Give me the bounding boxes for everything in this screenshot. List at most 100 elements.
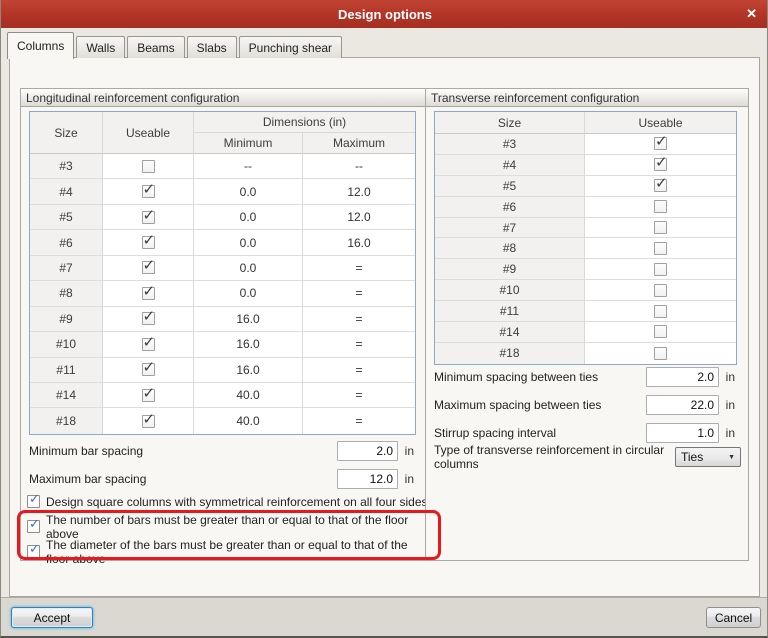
maximum-cell[interactable]: = [303,256,415,281]
useable-cell[interactable] [103,179,194,204]
checked-checkbox-icon[interactable] [142,261,155,274]
useable-cell[interactable] [585,259,736,280]
option-row[interactable]: Design square columns with symmetrical r… [27,489,433,514]
accept-button[interactable]: Accept [11,607,93,628]
useable-cell[interactable] [103,205,194,230]
maximum-cell[interactable]: = [303,281,415,306]
field-label: Maximum spacing between ties [434,398,646,412]
tab-slabs[interactable]: Slabs [187,36,237,58]
useable-cell[interactable] [585,280,736,301]
longitudinal-table: Size Useable Dimensions (in) Minimum Max… [29,111,416,435]
unchecked-checkbox-icon[interactable] [654,200,667,213]
minimum-cell[interactable]: 0.0 [194,205,303,230]
option-row[interactable]: The number of bars must be greater than … [27,514,433,539]
unchecked-checkbox-icon[interactable] [654,284,667,297]
minimum-cell[interactable]: 0.0 [194,230,303,255]
minimum-cell[interactable]: 40.0 [194,383,303,408]
useable-cell[interactable] [103,383,194,408]
minimum-cell[interactable]: 0.0 [194,179,303,204]
checked-checkbox-icon[interactable] [654,137,667,150]
size-cell: #5 [30,205,103,230]
checked-checkbox-icon[interactable] [142,185,155,198]
unchecked-checkbox-icon[interactable] [654,325,667,338]
maximum-cell[interactable]: = [303,358,415,383]
checked-checkbox-icon[interactable] [654,158,667,171]
unchecked-checkbox-icon[interactable] [654,242,667,255]
checked-checkbox-icon[interactable] [142,389,155,402]
checked-checkbox-icon[interactable] [142,415,155,428]
unchecked-checkbox-icon[interactable] [142,160,155,173]
minimum-cell[interactable]: 0.0 [194,281,303,306]
field-input[interactable]: 2.0 [646,367,719,387]
table-row: #5 0.0 12.0 [30,205,415,230]
checked-checkbox-icon[interactable] [27,520,40,533]
field-unit: in [398,444,414,458]
tab-beams[interactable]: Beams [127,36,184,58]
dropdown-value: Ties [681,450,703,464]
checked-checkbox-icon[interactable] [142,338,155,351]
minimum-cell[interactable]: 16.0 [194,358,303,383]
transverse-table: Size Useable #3 #4 #5 #6 #7 #8 #9 [434,111,737,365]
checked-checkbox-icon[interactable] [654,179,667,192]
unchecked-checkbox-icon[interactable] [654,221,667,234]
useable-cell[interactable] [585,322,736,343]
close-icon[interactable]: ✕ [746,5,757,22]
useable-cell[interactable] [103,358,194,383]
table-row: #10 [435,280,736,301]
tab-walls[interactable]: Walls [76,36,125,58]
maximum-cell[interactable]: 12.0 [303,205,415,230]
useable-cell[interactable] [585,301,736,322]
tab-punching-shear[interactable]: Punching shear [239,36,342,58]
useable-cell[interactable] [585,176,736,197]
useable-cell[interactable] [103,230,194,255]
unchecked-checkbox-icon[interactable] [654,263,667,276]
maximum-cell[interactable]: = [303,408,415,433]
field-input[interactable]: 22.0 [646,395,719,415]
useable-cell[interactable] [103,408,194,433]
maximum-cell[interactable]: 12.0 [303,179,415,204]
minimum-cell[interactable]: 0.0 [194,256,303,281]
useable-cell[interactable] [103,281,194,306]
useable-cell[interactable] [103,307,194,332]
unchecked-checkbox-icon[interactable] [654,305,667,318]
field-row: Minimum spacing between ties 2.0 in [434,367,735,387]
useable-cell[interactable] [103,332,194,357]
transverse-type-dropdown[interactable]: Ties ▼ [675,447,741,467]
cancel-button[interactable]: Cancel [706,607,761,628]
maximum-cell[interactable]: = [303,307,415,332]
size-cell: #11 [30,358,103,383]
minimum-cell[interactable]: 16.0 [194,307,303,332]
maximum-cell[interactable]: -- [303,154,415,179]
useable-cell[interactable] [585,197,736,218]
useable-cell[interactable] [585,343,736,364]
checked-checkbox-icon[interactable] [142,312,155,325]
minimum-cell[interactable]: -- [194,154,303,179]
table-row: #3 -- -- [30,154,415,179]
useable-cell[interactable] [585,155,736,176]
minimum-cell[interactable]: 40.0 [194,408,303,433]
table-row: #6 0.0 16.0 [30,230,415,255]
maximum-cell[interactable]: = [303,332,415,357]
tab-columns[interactable]: Columns [7,32,74,59]
unchecked-checkbox-icon[interactable] [654,347,667,360]
useable-cell[interactable] [103,256,194,281]
table-row: #11 16.0 = [30,358,415,383]
field-input[interactable]: 2.0 [337,441,398,461]
checked-checkbox-icon[interactable] [142,236,155,249]
checked-checkbox-icon[interactable] [142,363,155,376]
useable-cell[interactable] [585,134,736,155]
field-unit: in [719,426,735,440]
field-input[interactable]: 12.0 [337,469,398,489]
useable-cell[interactable] [103,154,194,179]
useable-cell[interactable] [585,238,736,259]
option-row[interactable]: The diameter of the bars must be greater… [27,539,433,564]
maximum-cell[interactable]: 16.0 [303,230,415,255]
checked-checkbox-icon[interactable] [142,211,155,224]
useable-cell[interactable] [585,218,736,239]
checked-checkbox-icon[interactable] [27,545,40,558]
checked-checkbox-icon[interactable] [142,287,155,300]
maximum-cell[interactable]: = [303,383,415,408]
checked-checkbox-icon[interactable] [27,495,40,508]
field-input[interactable]: 1.0 [646,423,719,443]
minimum-cell[interactable]: 16.0 [194,332,303,357]
